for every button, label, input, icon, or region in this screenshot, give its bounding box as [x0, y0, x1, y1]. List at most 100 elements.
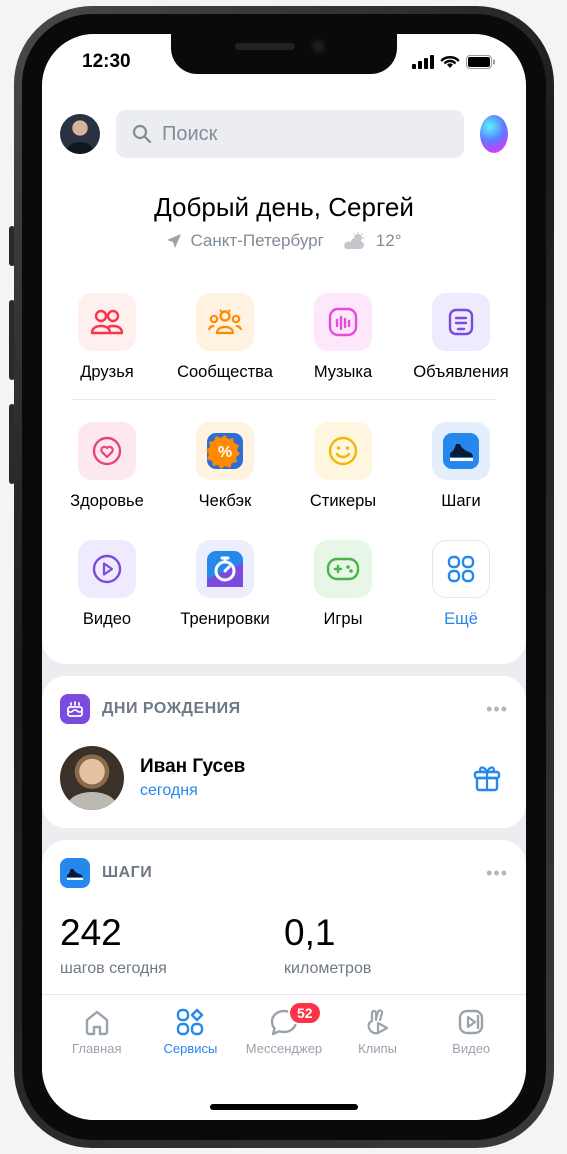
location-weather: Санкт-Петербург 12° [42, 231, 526, 251]
svg-text:%: % [218, 444, 232, 461]
tab-label: Мессенджер [245, 1041, 323, 1056]
steps-distance-block: 0,1 километров [284, 912, 508, 978]
friends-icon [78, 293, 136, 351]
weather-icon [343, 232, 364, 249]
more-icon [432, 540, 490, 598]
tab-label: Сервисы [163, 1041, 218, 1056]
steps-count-label: шагов сегодня [60, 960, 167, 977]
service-ads[interactable]: Объявления [402, 277, 520, 395]
status-time: 12:30 [82, 51, 131, 72]
service-health[interactable]: Здоровье [48, 406, 166, 524]
service-label: Шаги [441, 492, 481, 510]
phone-frame: 12:30 Поиск Добрый день, Сергей Санкт-Пе… [14, 6, 554, 1148]
battery-icon [466, 55, 495, 69]
service-communities[interactable]: Сообщества [166, 277, 284, 395]
service-label: Ещё [444, 610, 478, 628]
steps-more-icon[interactable]: ••• [486, 863, 508, 884]
steps-distance: 0,1 [284, 912, 336, 953]
tab-clips[interactable]: Клипы [331, 995, 425, 1120]
tab-video[interactable]: Видео [424, 995, 518, 1120]
services-row-1: Друзья Сообщества Музыка Объявления [42, 277, 526, 395]
service-video[interactable]: Видео [48, 524, 166, 642]
steps-count-block: 242 шагов сегодня [60, 912, 284, 978]
service-workouts[interactable]: Тренировки [166, 524, 284, 642]
friend-name: Иван Гусев [140, 756, 246, 777]
communities-icon [196, 293, 254, 351]
profile-avatar[interactable] [60, 114, 100, 154]
service-stickers[interactable]: Стикеры [284, 406, 402, 524]
music-icon [314, 293, 372, 351]
steps-card: ШАГИ ••• 242 шагов сегодня 0,1 километро… [42, 840, 526, 1017]
service-music[interactable]: Музыка [284, 277, 402, 395]
workouts-icon [196, 540, 254, 598]
tab-label: Клипы [358, 1041, 397, 1056]
tab-home[interactable]: Главная [50, 995, 144, 1120]
home-indicator[interactable] [210, 1104, 358, 1110]
home-icon [85, 1010, 108, 1036]
stickers-icon [314, 422, 372, 480]
content: Поиск Добрый день, Сергей Санкт-Петербур… [42, 90, 526, 1120]
sneaker-icon [60, 858, 90, 888]
service-label: Сообщества [177, 363, 273, 381]
search-row: Поиск [42, 110, 526, 158]
birthdays-header: ДНИ РОЖДЕНИЯ ••• [60, 694, 508, 724]
service-label: Игры [323, 610, 363, 628]
wifi-icon [440, 55, 460, 68]
gift-icon[interactable] [472, 763, 502, 793]
tab-label: Видео [452, 1041, 491, 1056]
service-label: Объявления [413, 363, 509, 381]
tab-label: Главная [72, 1041, 122, 1056]
greeting-title: Добрый день, Сергей [154, 192, 414, 222]
service-label: Стикеры [309, 492, 377, 510]
steps-count: 242 [60, 912, 122, 953]
birthday-item[interactable]: Иван Гусев сегодня [60, 746, 508, 810]
birthdays-more-icon[interactable]: ••• [486, 699, 508, 720]
temperature-label: 12° [375, 231, 402, 250]
phone-screen: 12:30 Поиск Добрый день, Сергей Санкт-Пе… [42, 34, 526, 1120]
steps-stats: 242 шагов сегодня 0,1 километров [60, 912, 508, 999]
service-label: Тренировки [180, 610, 270, 628]
video-icon [78, 540, 136, 598]
tab-bar: Главная Сервисы 52 Мессенджер Клипы Виде… [42, 994, 526, 1120]
service-label: Видео [82, 610, 132, 628]
steps-distance-label: километров [284, 960, 372, 977]
city-label: Санкт-Петербург [190, 231, 324, 250]
birthdays-title: ДНИ РОЖДЕНИЯ [102, 700, 241, 717]
tab-services[interactable]: Сервисы [144, 995, 238, 1120]
messenger-badge: 52 [287, 1001, 322, 1025]
service-label: Друзья [80, 363, 134, 381]
service-friends[interactable]: Друзья [48, 277, 166, 395]
assistant-orb-icon[interactable] [480, 115, 508, 153]
signal-icon [412, 55, 434, 69]
cake-icon [60, 694, 90, 724]
birthdays-card: ДНИ РОЖДЕНИЯ ••• Иван Гусев сегодня [42, 676, 526, 828]
services-row-2: Здоровье % Чекбэк Стикеры Шаги [42, 406, 526, 524]
service-label: Музыка [313, 363, 373, 381]
steps-icon [432, 422, 490, 480]
steps-title: ШАГИ [102, 864, 153, 881]
service-steps[interactable]: Шаги [402, 406, 520, 524]
status-icons [412, 55, 496, 69]
tab-messenger[interactable]: 52 Мессенджер [237, 995, 331, 1120]
service-label: Чекбэк [198, 492, 252, 510]
friend-avatar [60, 746, 124, 810]
birthday-info: Иван Гусев сегодня [140, 756, 456, 800]
cashback-icon: % [196, 422, 254, 480]
services-card: Поиск Добрый день, Сергей Санкт-Петербур… [42, 90, 526, 664]
notch [171, 34, 397, 74]
search-placeholder: Поиск [162, 122, 218, 145]
services-row-3: Видео Тренировки Игры Ещё [42, 524, 526, 642]
service-cashback[interactable]: % Чекбэк [166, 406, 284, 524]
service-more[interactable]: Ещё [402, 524, 520, 642]
phone-bezel: 12:30 Поиск Добрый день, Сергей Санкт-Пе… [22, 14, 546, 1140]
search-input[interactable]: Поиск [116, 110, 464, 158]
games-icon [314, 540, 372, 598]
clips-icon [367, 1009, 388, 1035]
search-icon [132, 124, 152, 144]
steps-header: ШАГИ ••• [60, 858, 508, 888]
services-divider [72, 399, 496, 400]
location-arrow-icon [167, 234, 182, 248]
service-games[interactable]: Игры [284, 524, 402, 642]
ads-icon [432, 293, 490, 351]
video-tab-icon [458, 1009, 484, 1035]
